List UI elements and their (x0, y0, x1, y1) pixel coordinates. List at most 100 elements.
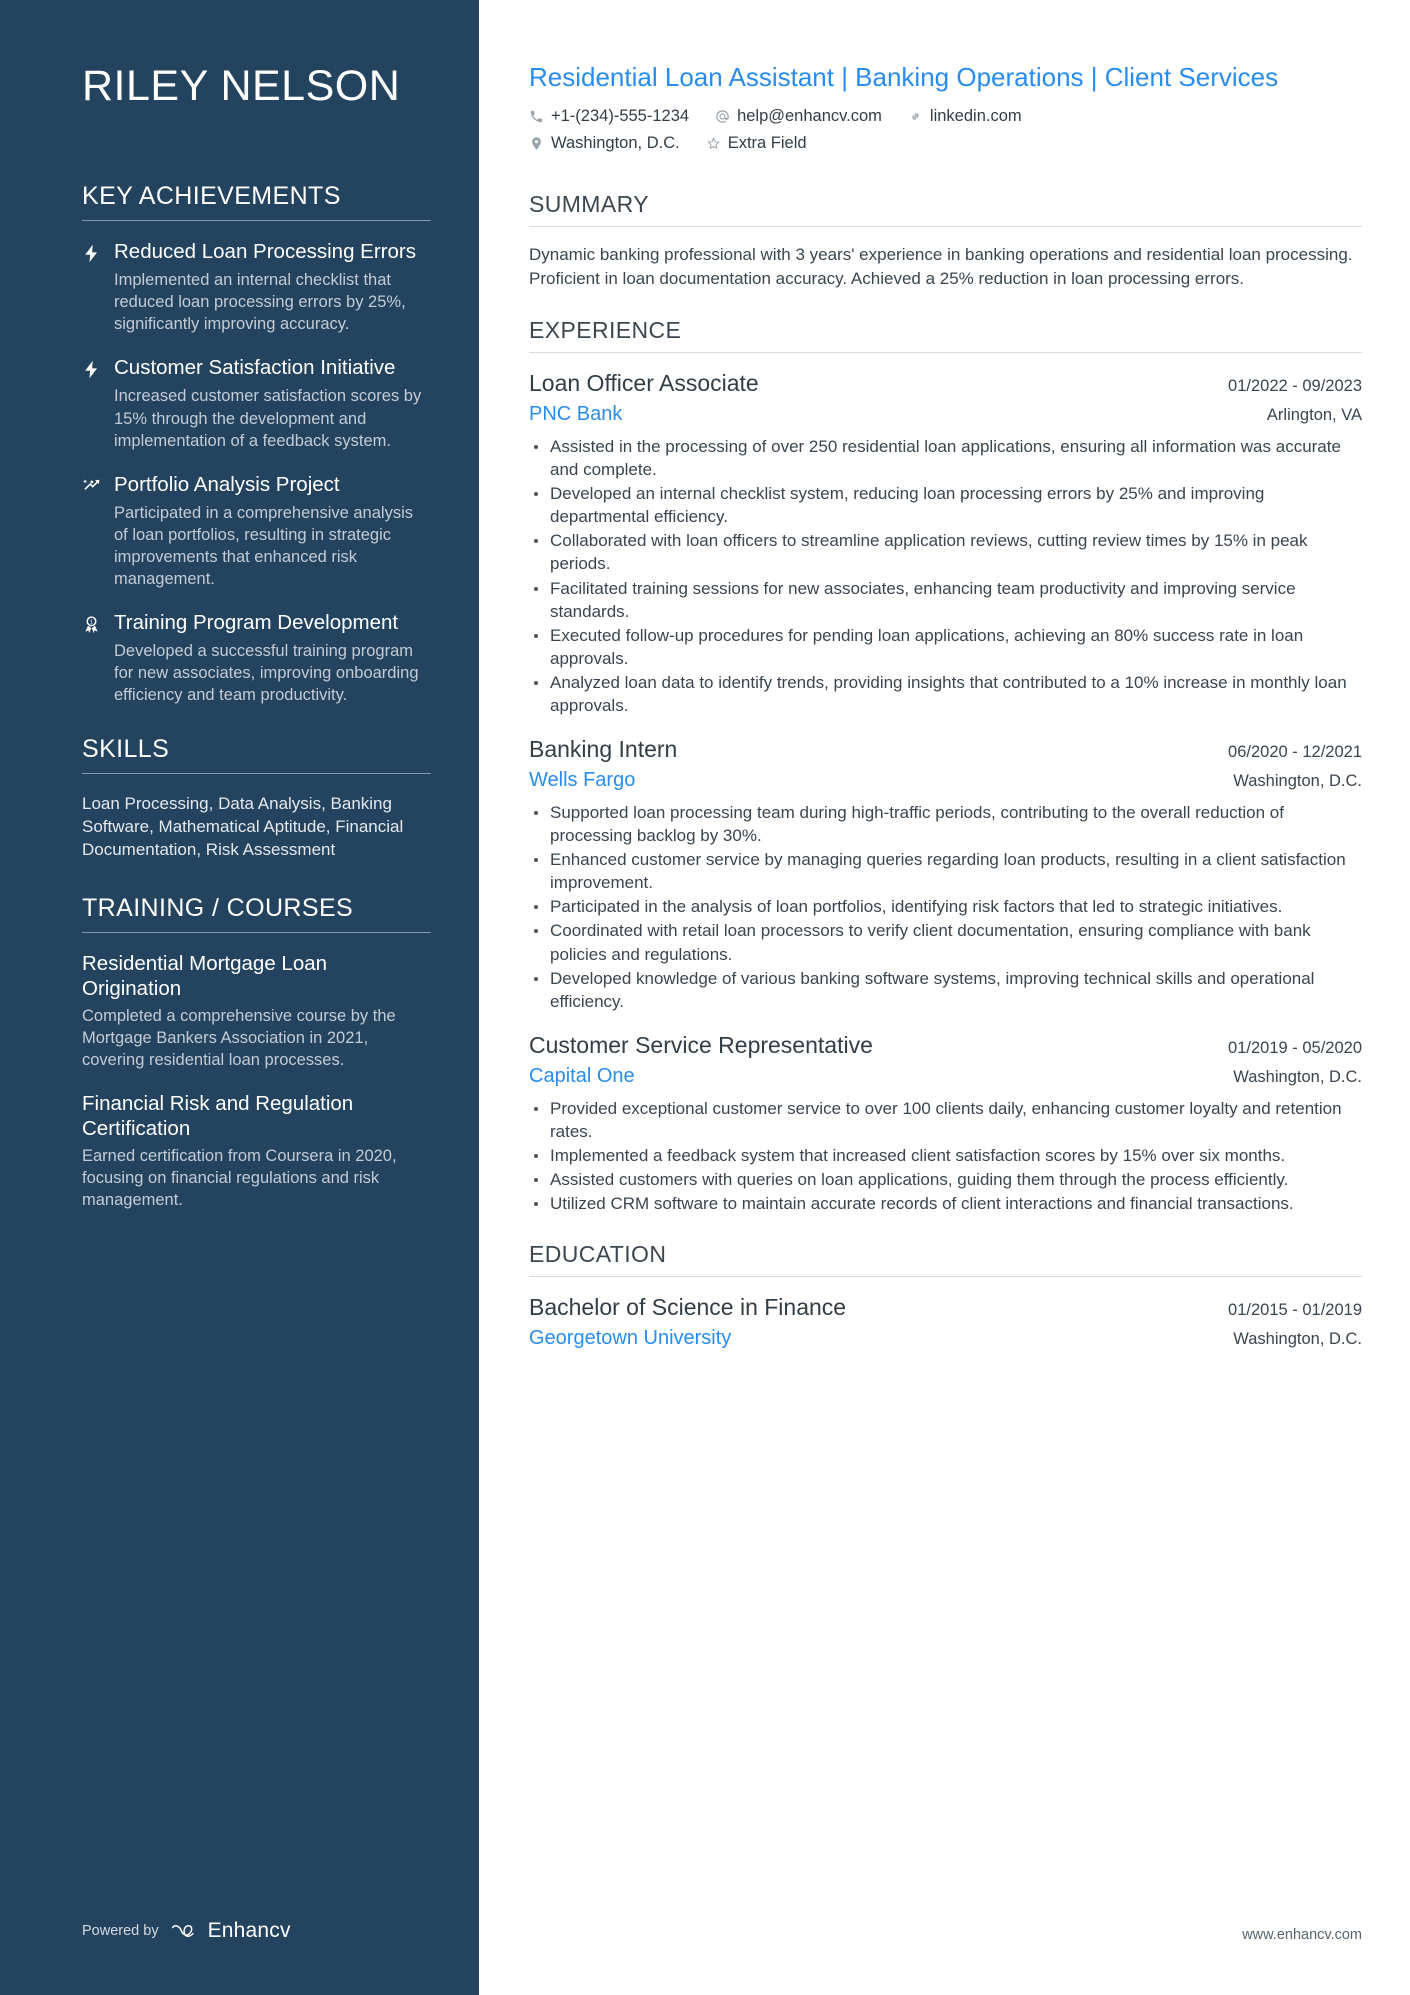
resume-page: RILEY NELSON KEY ACHIEVEMENTS Reduced Lo… (0, 0, 1410, 1995)
bullet-item: Analyzed loan data to identify trends, p… (529, 671, 1362, 717)
achievement-title: Customer Satisfaction Initiative (114, 356, 396, 380)
job-location: Arlington, VA (1266, 405, 1362, 424)
skills-heading: SKILLS (82, 734, 170, 763)
bullet-item: Coordinated with retail loan processors … (529, 919, 1362, 965)
contact-location-text: Washington, D.C. (551, 133, 680, 152)
contact-extra-field[interactable]: Extra Field (706, 132, 807, 155)
section-experience: EXPERIENCE Loan Officer Associate 01/202… (529, 317, 1362, 1215)
lightning-bolt-icon (82, 355, 114, 451)
contact-row-1: +1-(234)-555-1234 help@enhancv.com linke… (529, 105, 1362, 128)
achievement-item: Customer Satisfaction Initiative Increas… (82, 355, 431, 451)
section-training-courses: TRAINING / COURSES Residential Mortgage … (82, 894, 431, 1212)
job-bullets: Supported loan processing team during hi… (529, 801, 1362, 1013)
course-description: Earned certification from Coursera in 20… (82, 1147, 397, 1210)
main-content: Residential Loan Assistant | Banking Ope… (479, 0, 1410, 1995)
sidebar-footer: Powered by Enhancv (82, 1919, 291, 1943)
star-icon (707, 137, 720, 149)
section-summary: SUMMARY Dynamic banking professional wit… (529, 191, 1362, 291)
section-education: EDUCATION Bachelor of Science in Finance… (529, 1241, 1362, 1351)
experience-entry: Loan Officer Associate 01/2022 - 09/2023… (529, 369, 1362, 717)
education-entry: Bachelor of Science in Finance 01/2015 -… (529, 1293, 1362, 1351)
divider (82, 931, 431, 933)
divider (529, 1276, 1362, 1278)
phone-icon (530, 110, 543, 122)
bullet-item: Implemented a feedback system that incre… (529, 1144, 1362, 1167)
bullet-item: Collaborated with loan officers to strea… (529, 529, 1362, 575)
candidate-name: RILEY NELSON (82, 62, 401, 110)
job-location: Washington, D.C. (1233, 1067, 1362, 1086)
company-name[interactable]: Wells Fargo (529, 767, 635, 793)
bullet-item: Enhanced customer service by managing qu… (529, 848, 1362, 894)
contact-linkedin-text: linkedin.com (929, 106, 1022, 125)
job-title: Customer Service Representative (529, 1031, 873, 1058)
job-bullets: Provided exceptional customer service to… (529, 1097, 1362, 1216)
bullet-item: Executed follow-up procedures for pendin… (529, 624, 1362, 670)
achievement-item: 1 Training Program Development Developed… (82, 610, 431, 706)
enhancv-wordmark: Enhancv (207, 1919, 291, 1942)
school-name[interactable]: Georgetown University (529, 1325, 731, 1351)
powered-by-label: Powered by (82, 1923, 159, 1939)
contact-extra-field-text: Extra Field (727, 133, 807, 152)
training-courses-heading: TRAINING / COURSES (82, 893, 354, 922)
achievement-title: Portfolio Analysis Project (114, 472, 340, 496)
contact-email-text: help@enhancv.com (737, 106, 882, 125)
education-heading: EDUCATION (529, 1241, 667, 1268)
summary-text: Dynamic banking professional with 3 year… (529, 244, 1353, 288)
achievement-description: Implemented an internal checklist that r… (114, 271, 406, 334)
link-icon (912, 112, 919, 120)
achievement-description: Participated in a comprehensive analysis… (114, 503, 413, 589)
achievement-item: Portfolio Analysis Project Participated … (82, 472, 431, 590)
bullet-item: Developed knowledge of various banking s… (529, 967, 1362, 1013)
course-title: Residential Mortgage Loan Origination (82, 951, 328, 1000)
divider (82, 220, 431, 222)
achievement-description: Developed a successful training program … (114, 642, 419, 705)
bullet-item: Utilized CRM software to maintain accura… (529, 1192, 1362, 1215)
bullet-item: Participated in the analysis of loan por… (529, 895, 1362, 918)
section-skills: SKILLS Loan Processing, Data Analysis, B… (82, 735, 431, 862)
achievement-item: Reduced Loan Processing Errors Implement… (82, 239, 431, 335)
education-date: 01/2015 - 01/2019 (1228, 1301, 1362, 1320)
skills-list: Loan Processing, Data Analysis, Banking … (82, 793, 404, 860)
bullet-item: Supported loan processing team during hi… (529, 801, 1362, 847)
job-title: Banking Intern (529, 736, 678, 763)
contact-phone-text: +1-(234)-555-1234 (551, 106, 690, 125)
degree-title: Bachelor of Science in Finance (529, 1294, 847, 1321)
at-email-icon (716, 109, 729, 123)
course-title: Financial Risk and Regulation Certificat… (82, 1092, 354, 1141)
job-date: 06/2020 - 12/2021 (1228, 743, 1362, 762)
job-date: 01/2022 - 09/2023 (1228, 377, 1362, 396)
divider (82, 772, 431, 774)
achievement-title: Reduced Loan Processing Errors (114, 240, 416, 264)
contact-location[interactable]: Washington, D.C. (529, 132, 680, 155)
company-name[interactable]: PNC Bank (529, 401, 622, 427)
bullet-item: Facilitated training sessions for new as… (529, 577, 1362, 623)
experience-entry: Banking Intern 06/2020 - 12/2021 Wells F… (529, 735, 1362, 1013)
achievement-title: Training Program Development (114, 611, 399, 635)
divider (529, 225, 1362, 227)
job-bullets: Assisted in the processing of over 250 r… (529, 435, 1362, 717)
key-achievements-heading: KEY ACHIEVEMENTS (82, 182, 341, 211)
job-title: Loan Officer Associate (529, 370, 759, 397)
contact-email[interactable]: help@enhancv.com (715, 105, 882, 128)
enhancv-logo: Enhancv (170, 1919, 291, 1943)
svg-text:1: 1 (90, 620, 93, 626)
job-location: Washington, D.C. (1233, 771, 1362, 790)
footer-url[interactable]: www.enhancv.com (1242, 1927, 1362, 1943)
divider (529, 352, 1362, 354)
course-description: Completed a comprehensive course by the … (82, 1006, 396, 1070)
contact-info: +1-(234)-555-1234 help@enhancv.com linke… (529, 105, 1362, 155)
contact-phone[interactable]: +1-(234)-555-1234 (529, 105, 689, 128)
experience-heading: EXPERIENCE (529, 317, 682, 344)
company-name[interactable]: Capital One (529, 1063, 635, 1089)
section-key-achievements: KEY ACHIEVEMENTS Reduced Loan Processing… (82, 182, 431, 706)
trending-arrow-icon (82, 472, 114, 590)
job-date: 01/2019 - 05/2020 (1228, 1038, 1362, 1057)
achievement-description: Increased customer satisfaction scores b… (114, 387, 422, 450)
enhancv-mark-icon (171, 1924, 194, 1938)
contact-linkedin[interactable]: linkedin.com (908, 105, 1022, 128)
location-pin-icon (532, 137, 541, 150)
sidebar: RILEY NELSON KEY ACHIEVEMENTS Reduced Lo… (0, 0, 479, 1995)
experience-entry: Customer Service Representative 01/2019 … (529, 1031, 1362, 1215)
bullet-item: Assisted customers with queries on loan … (529, 1168, 1362, 1191)
award-medal-icon: 1 (82, 610, 114, 706)
